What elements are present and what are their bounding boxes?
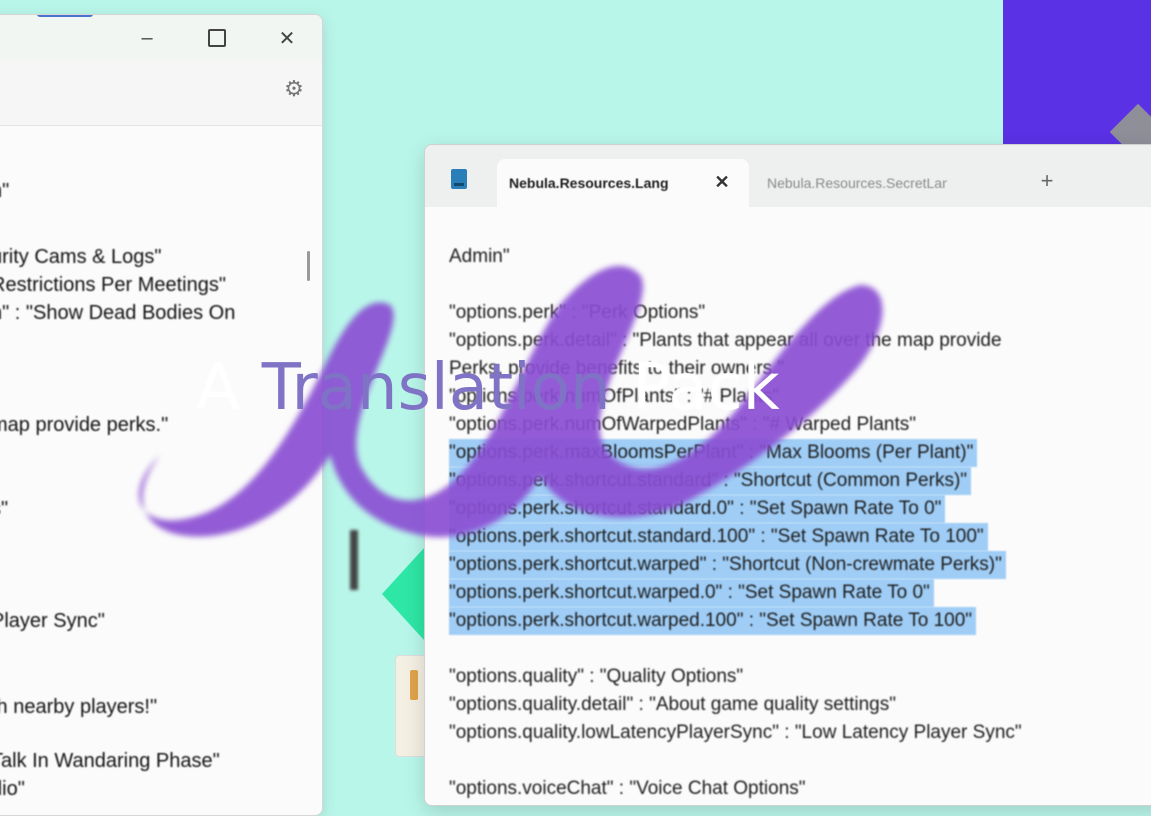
left-code-line: Player Sync" xyxy=(0,610,105,632)
left-code-line: s" xyxy=(0,498,9,520)
selected-code-line: "options.perk.shortcut.standard.100" : "… xyxy=(449,523,988,551)
minimize-icon: – xyxy=(141,26,153,49)
left-code-line: Talk In Wandaring Phase" xyxy=(0,750,220,772)
close-icon[interactable]: ✕ xyxy=(711,171,733,193)
titlebar-accent xyxy=(37,15,93,17)
left-code-line: map provide perks." xyxy=(0,414,169,436)
left-code-line: n" : "Show Dead Bodies On xyxy=(0,302,236,324)
close-icon: ✕ xyxy=(278,27,296,50)
selected-code-line: "options.perk.shortcut.warped.100" : "Se… xyxy=(449,607,977,635)
selected-code-line: "options.perk.shortcut.warped.0" : "Set … xyxy=(449,579,934,607)
left-scrollbar[interactable] xyxy=(307,251,310,281)
left-code-line: dio" xyxy=(0,778,25,800)
code-line: "options.quality.lowLatencyPlayerSync" :… xyxy=(449,722,1022,743)
dark-handle xyxy=(350,530,358,590)
notepad-app-icon xyxy=(451,169,467,189)
code-line: Admin" xyxy=(449,246,510,267)
right-editor-window: Nebula.Resources.Lang ✕ Nebula.Resources… xyxy=(424,144,1151,806)
selected-code-line: "options.perk.maxBloomsPerPlant" : "Max … xyxy=(449,439,978,467)
settings-button[interactable]: ⚙ xyxy=(280,75,308,103)
tab-label: Nebula.Resources.Lang xyxy=(509,175,669,191)
left-code-line: th nearby players!" xyxy=(0,696,158,718)
maximize-icon xyxy=(208,29,226,47)
left-window-toolbar: ⚙ xyxy=(0,61,322,126)
title-word-pack: Pack xyxy=(632,351,780,425)
left-code-line: n" xyxy=(0,180,10,202)
tab-nebula-resources-secretlang[interactable]: Nebula.Resources.SecretLang xyxy=(755,159,1005,207)
selected-code-line: "options.perk.shortcut.standard" : "Shor… xyxy=(449,467,972,495)
green-arrow-shape xyxy=(382,548,424,640)
tab-bar: Nebula.Resources.Lang ✕ Nebula.Resources… xyxy=(425,145,1151,207)
code-line: "options.perk" : "Perk Options" xyxy=(449,302,706,323)
code-line: "options.quality.detail" : "About game q… xyxy=(449,694,896,715)
tab-nebula-resources-lang[interactable]: Nebula.Resources.Lang ✕ xyxy=(497,159,749,207)
left-window-titlebar: – ✕ xyxy=(0,15,322,61)
code-line: "options.quality" : "Quality Options" xyxy=(449,666,744,687)
plus-icon: + xyxy=(1040,168,1054,193)
left-code-line: urity Cams & Logs" xyxy=(0,246,162,268)
overlay-title: A Translation Pack xyxy=(196,348,780,428)
left-code-line: Restrictions Per Meetings" xyxy=(0,274,226,296)
gear-icon: ⚙ xyxy=(284,76,304,101)
right-editor-content[interactable]: Admin" "options.perk" : "Perk Options" "op… xyxy=(425,207,1151,805)
close-button[interactable]: ✕ xyxy=(271,23,303,53)
code-line: "options.voiceChat" : "Voice Chat Option… xyxy=(449,778,806,799)
title-word-a: A xyxy=(196,351,240,425)
selected-code-line: "options.perk.shortcut.warped" : "Shortc… xyxy=(449,551,1006,579)
title-word-translation: Translation xyxy=(261,351,611,425)
selected-code-line: "options.perk.shortcut.standard.0" : "Se… xyxy=(449,495,946,523)
tab-label: Nebula.Resources.SecretLang xyxy=(767,175,947,191)
add-tab-button[interactable]: + xyxy=(1033,167,1061,195)
minimize-button[interactable]: – xyxy=(131,23,163,53)
maximize-button[interactable] xyxy=(201,23,233,53)
